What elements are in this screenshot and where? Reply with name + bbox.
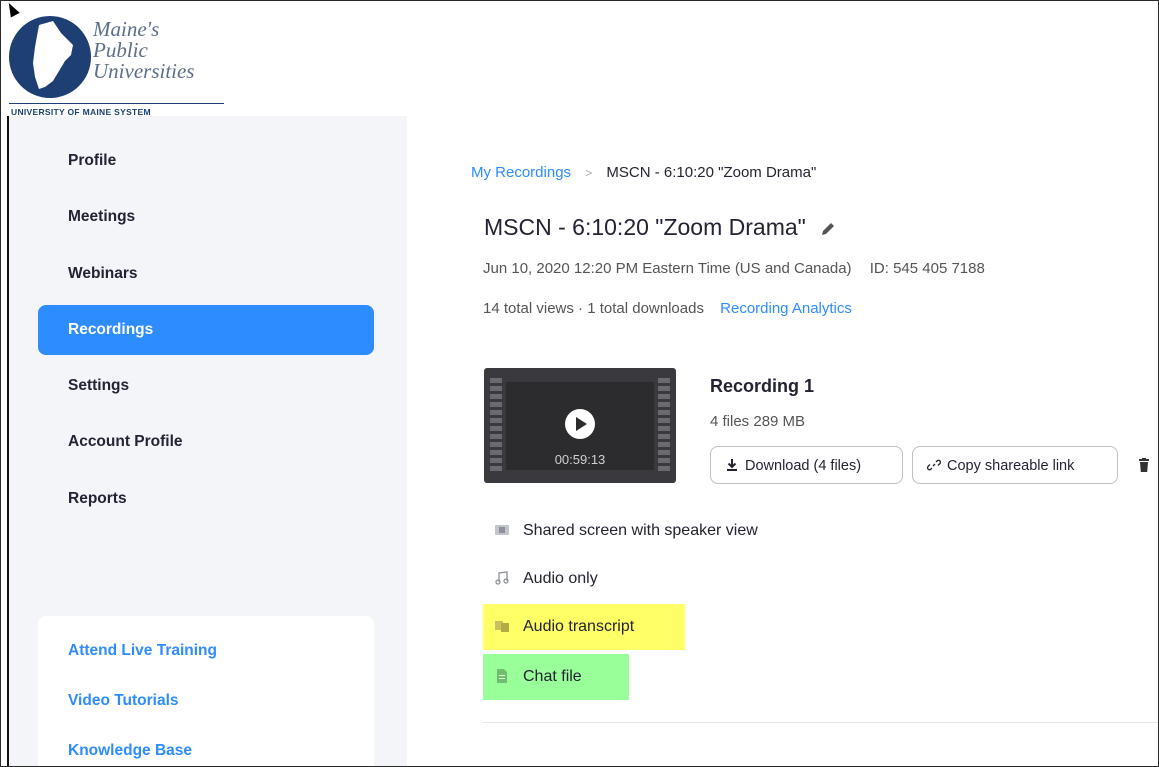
- recording-duration: 00:59:13: [554, 452, 606, 467]
- file-item-label: Shared screen with speaker view: [523, 522, 758, 539]
- copy-shareable-link-button[interactable]: Copy shareable link: [912, 446, 1118, 484]
- sidebar-item-account-profile[interactable]: Account Profile: [38, 417, 374, 467]
- file-item-chat-file[interactable]: Chat file: [483, 654, 629, 700]
- meeting-id: ID: 545 405 7188: [869, 260, 985, 277]
- file-item-label: Chat file: [523, 668, 582, 685]
- breadcrumb-separator: >: [585, 166, 593, 180]
- play-icon[interactable]: [565, 409, 595, 439]
- window-frame: Maine's Public Universities UNIVERSITY O…: [0, 0, 1159, 767]
- header: Maine's Public Universities UNIVERSITY O…: [1, 1, 1158, 117]
- sidebar-item-settings[interactable]: Settings: [38, 361, 374, 411]
- video-tutorials-link[interactable]: Video Tutorials: [68, 692, 179, 710]
- sidebar-item-meetings[interactable]: Meetings: [38, 192, 374, 242]
- recording-analytics-link[interactable]: Recording Analytics: [720, 300, 852, 317]
- breadcrumb-current: MSCN - 6:10:20 "Zoom Drama": [606, 164, 817, 181]
- file-item-shared-screen[interactable]: Shared screen with speaker view: [483, 508, 813, 554]
- logo-line-3: Universities: [93, 59, 195, 83]
- section-divider: [483, 722, 1158, 723]
- file-item-label: Audio transcript: [523, 618, 635, 635]
- sidebar-item-reports[interactable]: Reports: [38, 474, 374, 524]
- knowledge-base-link[interactable]: Knowledge Base: [68, 742, 192, 760]
- transcript-icon: [495, 621, 509, 632]
- page-title: MSCN - 6:10:20 "Zoom Drama": [484, 214, 836, 241]
- main-content: My Recordings > MSCN - 6:10:20 "Zoom Dra…: [407, 116, 1158, 766]
- recording-file-info: 4 files 289 MB: [710, 413, 806, 430]
- download-label: Download (4 files): [745, 458, 862, 474]
- video-file-icon: [495, 525, 509, 535]
- breadcrumb-my-recordings[interactable]: My Recordings: [471, 164, 571, 181]
- sidebar: Profile Meetings Webinars Recordings Set…: [9, 116, 407, 766]
- maine-map-icon: [9, 16, 91, 98]
- logo-line-2: Public: [93, 38, 148, 62]
- recording-stats: 14 total views · 1 total downloads: [483, 300, 704, 317]
- recording-thumbnail[interactable]: 00:59:13: [484, 368, 676, 483]
- file-item-audio-transcript[interactable]: Audio transcript: [483, 604, 685, 650]
- recording-stats-row: 14 total views · 1 total downloads Recor…: [483, 300, 852, 317]
- breadcrumb: My Recordings > MSCN - 6:10:20 "Zoom Dra…: [471, 164, 816, 181]
- recording-item-title: Recording 1: [710, 376, 815, 396]
- sidebar-item-profile[interactable]: Profile: [38, 136, 374, 186]
- recording-title: MSCN - 6:10:20 "Zoom Drama": [484, 214, 806, 240]
- university-logo[interactable]: Maine's Public Universities UNIVERSITY O…: [9, 7, 229, 117]
- logo-divider: [9, 103, 224, 104]
- link-icon: [927, 459, 941, 471]
- file-item-audio-only[interactable]: Audio only: [483, 556, 683, 602]
- music-note-icon: [495, 571, 509, 585]
- help-links-card: Attend Live Training Video Tutorials Kno…: [38, 616, 374, 766]
- logo-line-1: Maine's: [93, 17, 160, 41]
- download-icon: [727, 459, 737, 471]
- document-icon: [497, 669, 507, 683]
- pencil-edit-icon[interactable]: [820, 221, 836, 237]
- attend-live-training-link[interactable]: Attend Live Training: [68, 642, 217, 660]
- download-button[interactable]: Download (4 files): [710, 446, 903, 484]
- sidebar-item-webinars[interactable]: Webinars: [38, 249, 374, 299]
- copy-link-label: Copy shareable link: [947, 458, 1075, 474]
- trash-icon[interactable]: [1139, 458, 1149, 472]
- recording-datetime-row: Jun 10, 2020 12:20 PM Eastern Time (US a…: [483, 260, 985, 277]
- sidebar-item-recordings[interactable]: Recordings: [38, 305, 374, 355]
- logo-wordmark: Maine's Public Universities: [93, 19, 194, 82]
- recording-datetime: Jun 10, 2020 12:20 PM Eastern Time (US a…: [483, 260, 852, 277]
- file-item-label: Audio only: [523, 570, 598, 587]
